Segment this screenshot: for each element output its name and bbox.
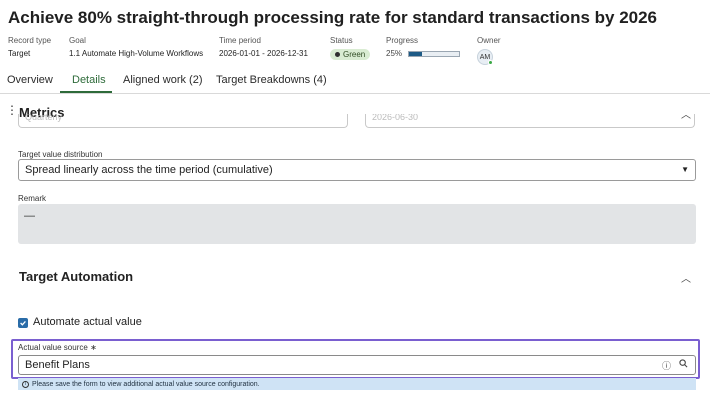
period-select-partial[interactable]: Quarterly [18, 114, 348, 128]
status-label: Status [330, 36, 353, 45]
tab-target-breakdowns[interactable]: Target Breakdowns (4) [216, 74, 327, 86]
tab-aligned-work[interactable]: Aligned work (2) [123, 74, 202, 86]
search-icon[interactable] [679, 359, 688, 370]
status-value: Green [343, 50, 366, 59]
time-period-meta: Time period 2026-01-01 - 2026-12-31 [219, 36, 308, 58]
progress-label: Progress [386, 36, 419, 45]
owner-meta: Owner AM [477, 36, 501, 65]
record-type-label: Record type [8, 36, 52, 45]
goal-link[interactable]: 1.1 Automate High-Volume Workflows [69, 49, 203, 58]
progress-value: 25% [386, 49, 403, 58]
target-automation-section-title: Target Automation [19, 269, 134, 284]
checkmark-icon [20, 320, 26, 326]
progress-meta: Progress 25% [386, 36, 461, 58]
online-status-icon [488, 60, 493, 65]
caret-down-icon: ▼ [681, 165, 689, 174]
info-message-text: Please save the form to view additional … [32, 380, 260, 388]
distribution-selected-value: Spread linearly across the time period (… [25, 164, 273, 176]
progress-bar [408, 50, 461, 57]
actual-value-source-input[interactable]: Benefit Plans ⓘ [18, 355, 696, 375]
distribution-select[interactable]: Spread linearly across the time period (… [18, 159, 696, 181]
info-circle-icon[interactable]: ⓘ [662, 359, 671, 372]
info-icon: i [22, 380, 29, 388]
owner-label: Owner [477, 36, 501, 45]
goal-label: Goal [69, 36, 86, 45]
status-badge: Green [330, 49, 371, 60]
remark-value: — [24, 210, 35, 222]
drag-handle-icon[interactable]: ⋮ [6, 104, 18, 116]
end-date-field-partial[interactable]: 2026-06-30 [365, 114, 695, 128]
owner-avatar[interactable]: AM [477, 49, 493, 65]
time-period-label: Time period [219, 36, 261, 45]
remark-label: Remark [18, 194, 47, 203]
page-title: Achieve 80% straight-through processing … [8, 8, 658, 27]
info-message-bar: i Please save the form to view additiona… [18, 378, 696, 390]
tab-details[interactable]: Details [72, 74, 106, 86]
active-tab-indicator [60, 91, 112, 93]
automation-collapse-chevron-up-icon[interactable]: ︿ [681, 270, 691, 285]
distribution-label: Target value distribution [18, 150, 103, 159]
end-date-value: 2026-06-30 [372, 114, 419, 122]
status-meta: Status Green [330, 36, 371, 60]
status-dot-icon [335, 52, 340, 57]
automate-actual-value-label: Automate actual value [33, 316, 142, 328]
remark-field: — [18, 204, 696, 244]
time-period-value: 2026-01-01 - 2026-12-31 [219, 49, 308, 58]
actual-value-source-label-text: Actual value source [18, 343, 88, 352]
record-type-value: Target [8, 49, 31, 58]
record-type-meta: Record type Target [8, 36, 51, 58]
goal-meta: Goal 1.1 Automate High-Volume Workflows [69, 36, 203, 58]
period-select-value: Quarterly [25, 114, 63, 122]
actual-value-source-label: Actual value source ∗ [18, 343, 97, 352]
automate-actual-value-checkbox[interactable] [18, 318, 28, 328]
actual-value-source-value: Benefit Plans [25, 359, 90, 371]
progress-indicator: 25% [386, 49, 461, 58]
progress-bar-fill [409, 51, 422, 56]
required-asterisk: ∗ [90, 343, 97, 352]
tab-overview[interactable]: Overview [7, 74, 53, 86]
